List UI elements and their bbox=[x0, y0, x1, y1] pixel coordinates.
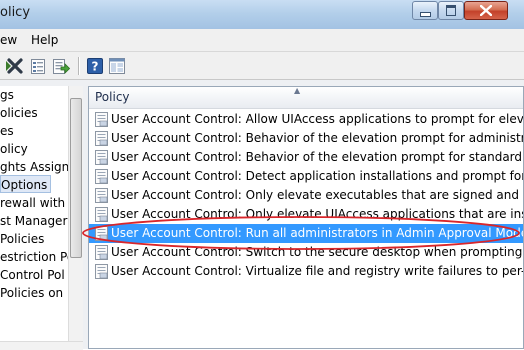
view-button[interactable] bbox=[108, 57, 126, 75]
list-item[interactable]: User Account Control: Only elevate execu… bbox=[89, 186, 524, 205]
column-header-label: Policy bbox=[95, 90, 130, 104]
help-button[interactable]: ? bbox=[86, 57, 104, 75]
help-icon: ? bbox=[87, 58, 103, 74]
policy-name: User Account Control: Behavior of the el… bbox=[111, 150, 524, 164]
export-icon bbox=[53, 58, 70, 74]
minimize-icon bbox=[419, 11, 431, 17]
sort-up-icon: ▲ bbox=[294, 86, 301, 95]
close-icon bbox=[480, 5, 492, 16]
view-icon bbox=[109, 58, 125, 74]
maximize-button[interactable] bbox=[438, 1, 464, 20]
scrollbar-thumb[interactable] bbox=[70, 98, 82, 258]
list-item[interactable]: User Account Control: Only elevate UIAcc… bbox=[89, 205, 524, 224]
maximize-icon bbox=[446, 5, 456, 16]
console-tree: gs olicies es olicy ghts Assignm Options… bbox=[0, 86, 68, 349]
policy-name: User Account Control: Run all administra… bbox=[111, 226, 524, 240]
tree-vertical-scrollbar[interactable] bbox=[68, 86, 83, 341]
tree-node[interactable]: ghts Assignm bbox=[0, 158, 68, 176]
tree-node[interactable]: Policies bbox=[0, 230, 44, 248]
policy-list: Policy ▲ User Account Control: Allow UIA… bbox=[88, 86, 524, 349]
list-item[interactable]: User Account Control: Detect application… bbox=[89, 167, 524, 186]
minimize-button[interactable] bbox=[412, 1, 438, 20]
list-item[interactable]: User Account Control: Virtualize file an… bbox=[89, 262, 524, 281]
policy-name: User Account Control: Only elevate UIAcc… bbox=[111, 207, 524, 221]
tree-node-selected[interactable]: Options bbox=[0, 175, 52, 193]
tree-node[interactable]: estriction Pol bbox=[0, 248, 68, 266]
policy-icon bbox=[95, 207, 108, 222]
policy-icon bbox=[95, 131, 108, 146]
menu-help[interactable]: Help bbox=[31, 33, 58, 47]
column-header-policy[interactable]: Policy ▲ bbox=[89, 86, 523, 109]
properties-button[interactable] bbox=[29, 57, 47, 75]
tree-node[interactable]: es bbox=[0, 122, 14, 140]
list-item[interactable]: User Account Control: Switch to the secu… bbox=[89, 243, 524, 262]
policy-name: User Account Control: Switch to the secu… bbox=[111, 245, 524, 259]
policy-icon bbox=[95, 150, 108, 165]
tree-node[interactable]: gs bbox=[0, 86, 14, 104]
title-bar: olicy bbox=[0, 0, 524, 29]
delete-icon bbox=[7, 58, 23, 74]
policy-name: User Account Control: Detect application… bbox=[111, 169, 524, 183]
tree-node[interactable]: olicy bbox=[0, 140, 28, 158]
tree-node[interactable]: Control Pol bbox=[0, 266, 65, 284]
policy-icon bbox=[95, 264, 108, 279]
list-item[interactable]: User Account Control: Allow UIAccess app… bbox=[89, 110, 524, 129]
policy-name: User Account Control: Only elevate execu… bbox=[111, 188, 524, 202]
tree-node[interactable]: Policies on L bbox=[0, 284, 68, 302]
policy-icon bbox=[95, 188, 108, 203]
tree-node[interactable]: st Manager P bbox=[0, 212, 68, 230]
export-list-button[interactable] bbox=[52, 57, 70, 75]
close-button[interactable] bbox=[464, 1, 508, 20]
policy-name: User Account Control: Virtualize file an… bbox=[111, 264, 524, 278]
menu-bar: ew Help bbox=[0, 29, 524, 52]
toolbar: ? bbox=[0, 52, 524, 80]
properties-icon bbox=[31, 58, 45, 74]
list-item-selected[interactable]: User Account Control: Run all administra… bbox=[89, 224, 524, 243]
policy-icon bbox=[95, 169, 108, 184]
policy-name: User Account Control: Behavior of the el… bbox=[111, 131, 524, 145]
list-item[interactable]: User Account Control: Behavior of the el… bbox=[89, 148, 524, 167]
menu-view[interactable]: ew bbox=[0, 33, 17, 47]
list-item[interactable]: User Account Control: Behavior of the el… bbox=[89, 129, 524, 148]
policy-icon bbox=[95, 245, 108, 260]
toolbar-separator bbox=[78, 57, 80, 75]
tree-node[interactable]: rewall with A bbox=[0, 194, 68, 212]
tree-node[interactable]: olicies bbox=[0, 104, 38, 122]
svg-text:?: ? bbox=[92, 60, 99, 74]
policy-icon bbox=[95, 112, 108, 127]
policy-name: User Account Control: Allow UIAccess app… bbox=[111, 112, 524, 126]
window-title: olicy bbox=[0, 5, 31, 20]
policy-icon bbox=[95, 226, 108, 241]
delete-button[interactable] bbox=[6, 57, 24, 75]
